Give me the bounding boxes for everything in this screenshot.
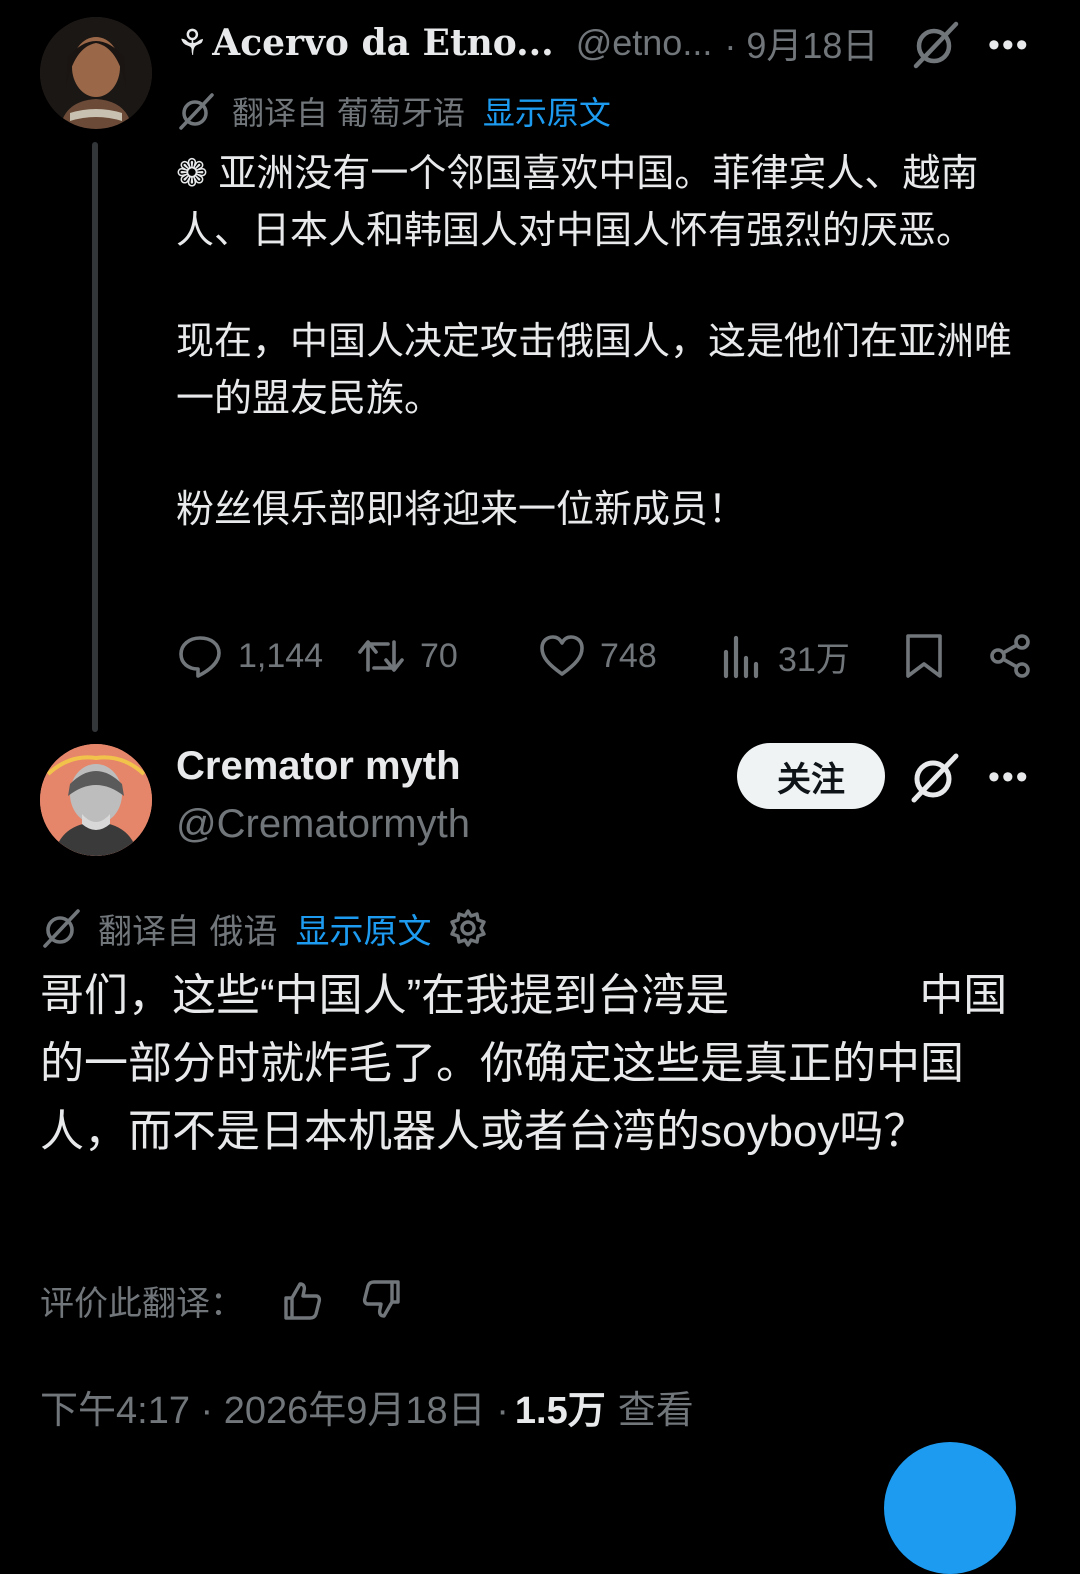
- thumbs-up-icon[interactable]: [280, 1278, 324, 1322]
- repost-button[interactable]: 70: [356, 626, 458, 686]
- repost-count: 70: [420, 636, 458, 675]
- like-icon: [540, 635, 584, 676]
- reply-count: 1,144: [238, 636, 324, 675]
- tweet2-translation-bar: 翻译自 俄语 显示原文: [40, 904, 505, 952]
- tweet2-text-part1: 哥们，这些“中国人”在我提到台湾是: [40, 971, 730, 1020]
- grok-icon[interactable]: [908, 750, 962, 804]
- translation-label: 翻译自 葡萄牙语: [232, 95, 465, 131]
- rate-translation-label: 评价此翻译：: [40, 1284, 244, 1323]
- repost-icon: [358, 640, 404, 672]
- tweet1-header: ⚘ Acervo da Etno... @etno... · 9月18日: [176, 18, 878, 68]
- tweet2-author-name[interactable]: Cremator myth: [176, 744, 461, 789]
- grok-icon: [179, 93, 214, 130]
- compose-fab[interactable]: [884, 1442, 1016, 1574]
- tweet1-paragraph: 粉丝俱乐部即将迎来一位新成员！: [176, 489, 747, 531]
- tweet1-paragraph: ❁ 亚洲没有一个邻国喜欢中国。菲律宾人、越南人、日本人和韩国人对中国人怀有强烈的…: [176, 153, 979, 252]
- rate-translation: 评价此翻译：: [40, 1274, 404, 1326]
- thumbs-down-icon[interactable]: [360, 1278, 404, 1322]
- follow-button[interactable]: 关注: [737, 743, 885, 809]
- tweet2-author-handle[interactable]: @Cremator​myth: [176, 802, 470, 847]
- redacted-region: [729, 978, 920, 1019]
- grok-icon[interactable]: [910, 18, 962, 70]
- views-button[interactable]: 31万: [720, 626, 850, 686]
- bookmark-icon: [906, 634, 942, 678]
- like-count: 748: [600, 636, 657, 675]
- translation-label: 翻译自 俄语: [98, 912, 278, 951]
- tweet1-date[interactable]: · 9月18日: [724, 17, 878, 69]
- show-original-link[interactable]: 显示原文: [295, 904, 431, 953]
- show-original-link[interactable]: 显示原文: [483, 88, 611, 134]
- timestamp[interactable]: 下午4:17 · 2026年9月18日 ·: [40, 1379, 509, 1434]
- tweet1-author-name[interactable]: Acervo da Etno...: [212, 22, 553, 64]
- views-label: 查看: [617, 1389, 694, 1432]
- grok-icon: [43, 909, 80, 948]
- views-icon: [723, 635, 759, 679]
- gear-icon[interactable]: [447, 907, 489, 949]
- views-count: 31万: [778, 640, 850, 679]
- author-avatar[interactable]: [40, 744, 152, 856]
- like-button[interactable]: 748: [538, 626, 657, 686]
- author-avatar[interactable]: [40, 17, 152, 129]
- tweet1-translation-bar: 翻译自 葡萄牙语 显示原文: [176, 88, 611, 134]
- share-button[interactable]: [986, 626, 1048, 686]
- tweet1-body: ❁ 亚洲没有一个邻国喜欢中国。菲律宾人、越南人、日本人和韩国人对中国人怀有强烈的…: [176, 146, 1026, 539]
- tweet1-paragraph: 现在，中国人决定攻击俄国人，这是他们在亚洲唯一的盟友民族。: [176, 321, 1013, 420]
- more-icon[interactable]: •••: [988, 26, 1030, 65]
- more-icon[interactable]: •••: [988, 758, 1030, 797]
- views-count: 1.5万: [514, 1389, 606, 1432]
- bookmark-button[interactable]: [902, 626, 960, 686]
- tweet1-action-bar: 1,144 70 748 31万: [176, 626, 1036, 686]
- reply-icon: [179, 636, 221, 678]
- tweet-metadata: 下午4:17 · 2026年9月18日 · 1.5万 查看: [40, 1380, 694, 1432]
- verified-logo-icon: ⚘: [176, 22, 209, 64]
- tweet2-body: 哥们，这些“中国人”在我提到台湾是 中国的一部分时就炸毛了。你确定这些是真正的中国…: [40, 962, 1040, 1166]
- tweet1-author-handle[interactable]: @etno...: [576, 22, 713, 64]
- share-icon: [990, 634, 1030, 678]
- reply-button[interactable]: 1,144: [176, 626, 323, 686]
- thread-connector-line: [92, 142, 98, 732]
